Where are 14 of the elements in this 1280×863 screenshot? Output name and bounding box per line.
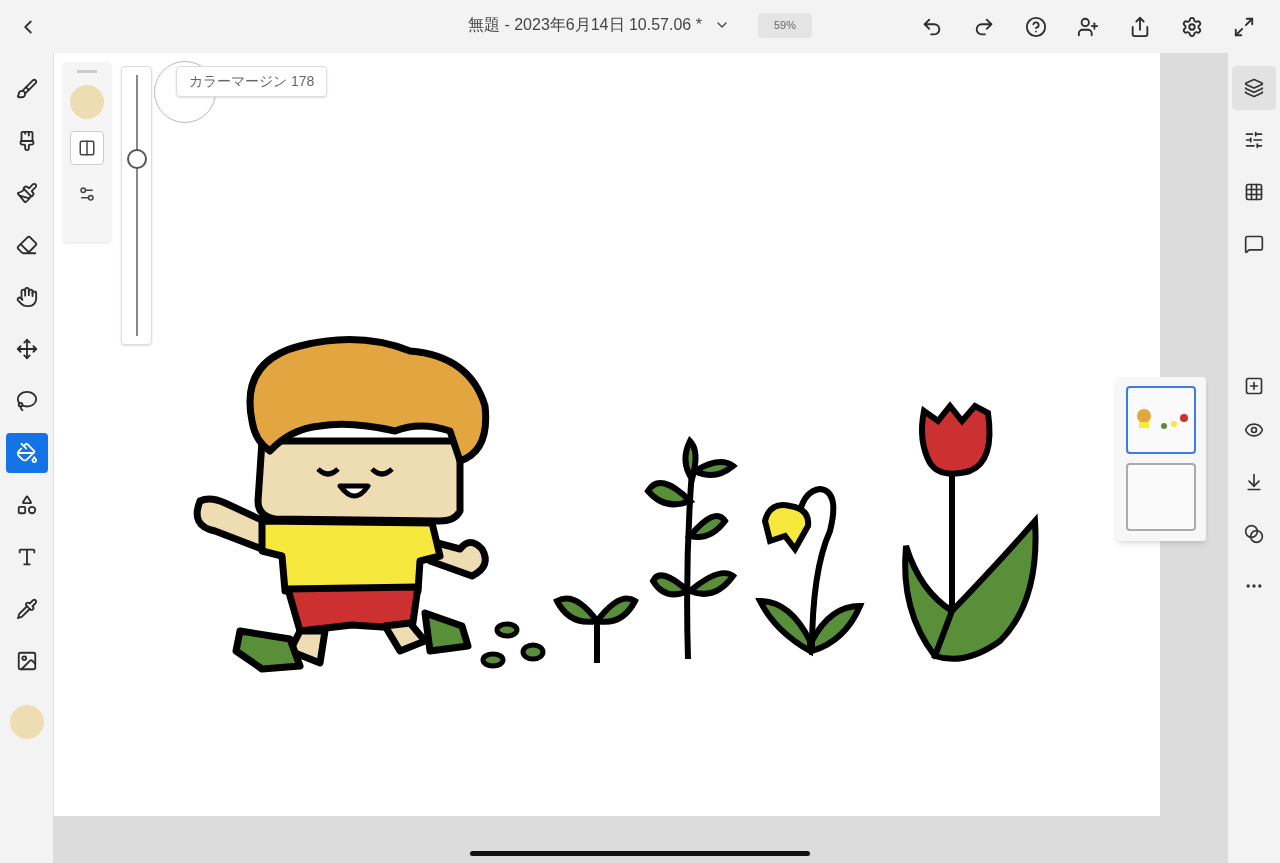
split-square-icon[interactable]	[70, 131, 104, 165]
layer-preview-drawing	[1134, 408, 1190, 432]
zoom-level[interactable]: 59%	[757, 13, 812, 38]
color-margin-slider[interactable]	[121, 66, 152, 345]
color-swatch[interactable]	[9, 705, 44, 739]
layer-thumbnail[interactable]	[1126, 386, 1196, 454]
layers-icon[interactable]	[1232, 66, 1276, 110]
fill-color-swatch[interactable]	[70, 85, 104, 119]
layer-thumbnail[interactable]	[1126, 463, 1196, 531]
seeds-drawing	[480, 621, 546, 669]
color-margin-tooltip: カラーマージン 178	[176, 66, 328, 97]
document-title: 無題 - 2023年6月14日 10.57.06 *	[468, 15, 702, 36]
paint-bucket-icon[interactable]	[5, 433, 48, 473]
slider-thumb[interactable]	[127, 149, 147, 170]
